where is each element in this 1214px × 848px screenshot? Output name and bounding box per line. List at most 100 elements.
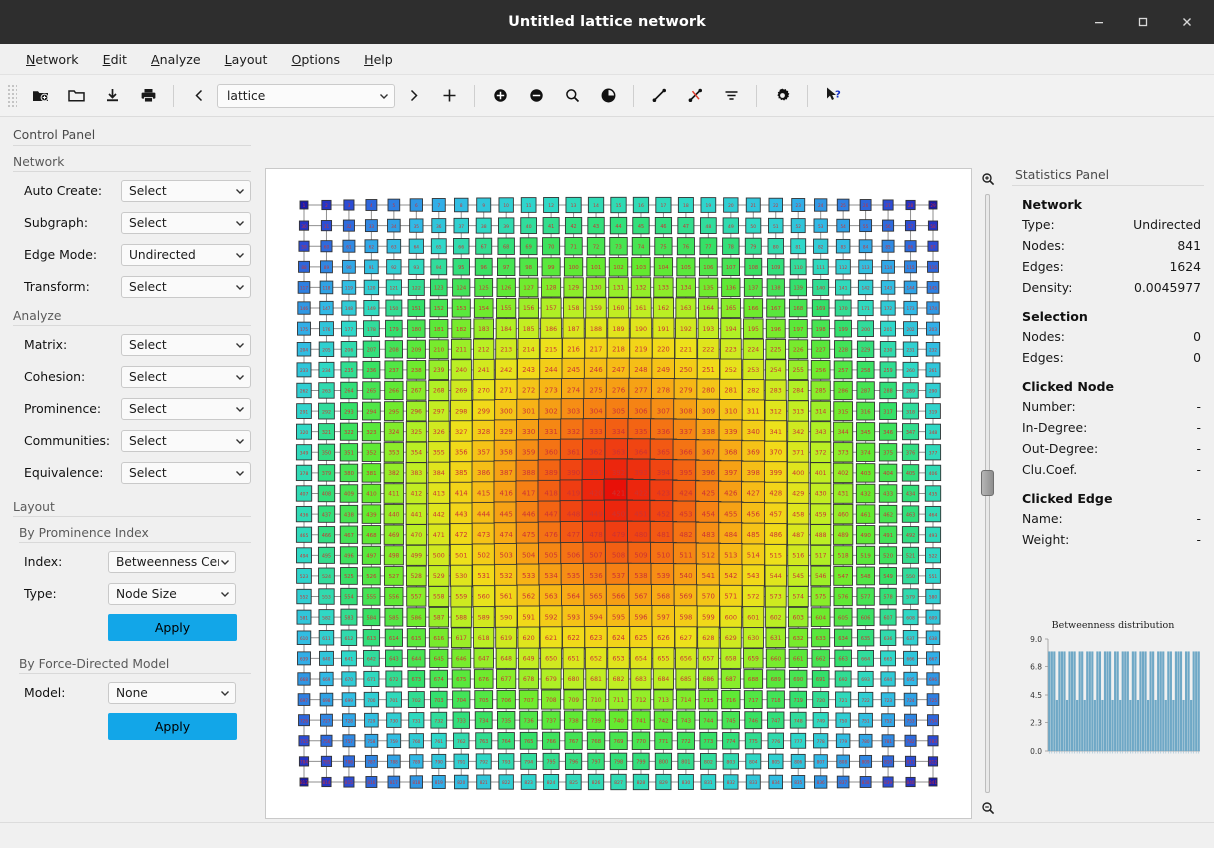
- graph-node[interactable]: 513: [719, 544, 743, 568]
- graph-node[interactable]: 616: [429, 628, 448, 647]
- graph-node[interactable]: 91: [365, 260, 379, 274]
- graph-node[interactable]: 211: [451, 339, 471, 359]
- subgraph-select[interactable]: Select: [121, 212, 251, 234]
- graph-node[interactable]: 89: [320, 261, 332, 273]
- graph-node[interactable]: 813: [300, 778, 308, 786]
- graph-node[interactable]: 728: [343, 714, 356, 727]
- graph-node[interactable]: 560: [473, 586, 495, 608]
- graph-node[interactable]: 398: [742, 461, 765, 484]
- graph-node[interactable]: 585: [385, 608, 403, 626]
- graph-node[interactable]: 384: [428, 462, 449, 483]
- graph-node[interactable]: 827: [611, 774, 626, 789]
- graph-node[interactable]: 470: [406, 525, 426, 545]
- graph-node[interactable]: 3: [344, 200, 354, 210]
- graph-node[interactable]: 632: [789, 628, 808, 647]
- graph-node[interactable]: 462: [879, 505, 896, 522]
- graph-node[interactable]: 543: [742, 565, 764, 587]
- graph-node[interactable]: 751: [859, 713, 873, 727]
- graph-node[interactable]: 113: [859, 260, 873, 274]
- graph-node[interactable]: 59: [299, 241, 309, 251]
- graph-node[interactable]: 267: [407, 381, 426, 400]
- graph-node[interactable]: 802: [700, 753, 716, 769]
- graph-node[interactable]: 635: [857, 630, 873, 646]
- graph-node[interactable]: 807: [814, 755, 827, 768]
- graph-node[interactable]: 251: [697, 359, 719, 381]
- graph-node[interactable]: 817: [388, 776, 400, 788]
- graph-node[interactable]: 548: [857, 567, 875, 585]
- graph-node[interactable]: 94: [431, 259, 447, 275]
- graph-node[interactable]: 815: [344, 777, 354, 787]
- graph-node[interactable]: 524: [319, 568, 335, 584]
- graph-node[interactable]: 710: [586, 690, 605, 709]
- graph-node[interactable]: 711: [609, 690, 629, 710]
- graph-node[interactable]: 312: [765, 400, 786, 421]
- graph-node[interactable]: 685: [676, 669, 696, 689]
- graph-node[interactable]: 106: [699, 258, 717, 276]
- graph-node[interactable]: 170: [835, 300, 851, 316]
- graph-node[interactable]: 116: [928, 261, 939, 272]
- graph-node[interactable]: 256: [811, 360, 830, 379]
- graph-node[interactable]: 385: [450, 462, 472, 484]
- graph-node[interactable]: 245: [562, 358, 585, 381]
- graph-node[interactable]: 262: [297, 383, 311, 397]
- graph-node[interactable]: 486: [765, 524, 787, 546]
- graph-node[interactable]: 298: [451, 400, 472, 421]
- graph-node[interactable]: 222: [698, 339, 719, 360]
- graph-node[interactable]: 202: [904, 322, 918, 336]
- graph-node[interactable]: 831: [701, 775, 716, 790]
- graph-node[interactable]: 199: [835, 320, 852, 337]
- graph-node[interactable]: 288: [880, 382, 896, 398]
- graph-node[interactable]: 576: [834, 587, 852, 605]
- graph-node[interactable]: 57: [905, 220, 915, 230]
- graph-node[interactable]: 228: [834, 341, 851, 358]
- graph-node[interactable]: 168: [789, 299, 806, 316]
- graph-node[interactable]: 749: [813, 713, 828, 728]
- graph-node[interactable]: 60: [321, 241, 332, 252]
- graph-node[interactable]: 266: [385, 381, 403, 399]
- graph-node[interactable]: 729: [365, 713, 379, 727]
- graph-node[interactable]: 680: [563, 669, 583, 689]
- minimize-icon[interactable]: [1078, 7, 1120, 37]
- graph-node[interactable]: 430: [810, 483, 831, 504]
- graph-node[interactable]: 243: [517, 359, 539, 381]
- graph-node[interactable]: 77: [700, 238, 717, 255]
- maximize-icon[interactable]: [1122, 7, 1164, 37]
- graph-nodes[interactable]: 1234567891011121314151617181920212223242…: [296, 197, 940, 789]
- graph-node[interactable]: 96: [475, 258, 492, 275]
- graph-node[interactable]: 399: [765, 462, 787, 484]
- graph-node[interactable]: 669: [320, 672, 333, 685]
- graph-node[interactable]: 180: [408, 320, 425, 337]
- graph-node[interactable]: 812: [928, 757, 937, 766]
- graph-node[interactable]: 681: [586, 669, 606, 689]
- graph-node[interactable]: 676: [474, 670, 493, 689]
- graph-node[interactable]: 145: [927, 282, 939, 294]
- graph-node[interactable]: 716: [722, 690, 740, 708]
- graph-node[interactable]: 594: [584, 605, 607, 628]
- graph-node[interactable]: 252: [720, 359, 742, 381]
- graph-node[interactable]: 287: [857, 382, 874, 399]
- graph-node[interactable]: 456: [742, 502, 765, 525]
- graph-node[interactable]: 249: [652, 358, 675, 381]
- graph-node[interactable]: 371: [788, 442, 809, 463]
- graph-node[interactable]: 627: [675, 627, 697, 649]
- graph-node[interactable]: 13: [566, 197, 581, 212]
- graph-node[interactable]: 187: [563, 318, 584, 339]
- graph-node[interactable]: 83: [836, 239, 850, 253]
- graph-node[interactable]: 263: [319, 383, 334, 398]
- graph-node[interactable]: 178: [363, 321, 379, 337]
- graph-node[interactable]: 408: [318, 485, 334, 501]
- graph-node[interactable]: 37: [454, 218, 469, 233]
- graph-node[interactable]: 496: [340, 547, 357, 564]
- graph-node[interactable]: 239: [429, 360, 449, 380]
- graph-node[interactable]: 401: [810, 463, 830, 483]
- graph-node[interactable]: 544: [765, 565, 786, 586]
- graph-node[interactable]: 658: [721, 648, 741, 668]
- graph-node[interactable]: 514: [742, 544, 765, 567]
- graph-node[interactable]: 516: [788, 545, 809, 566]
- graph-node[interactable]: 4: [366, 200, 377, 211]
- graph-node[interactable]: 110: [790, 259, 806, 275]
- graph-node[interactable]: 495: [318, 547, 334, 563]
- matrix-select[interactable]: Select: [121, 334, 251, 356]
- graph-node[interactable]: 172: [881, 301, 895, 315]
- graph-node[interactable]: 16: [633, 197, 648, 212]
